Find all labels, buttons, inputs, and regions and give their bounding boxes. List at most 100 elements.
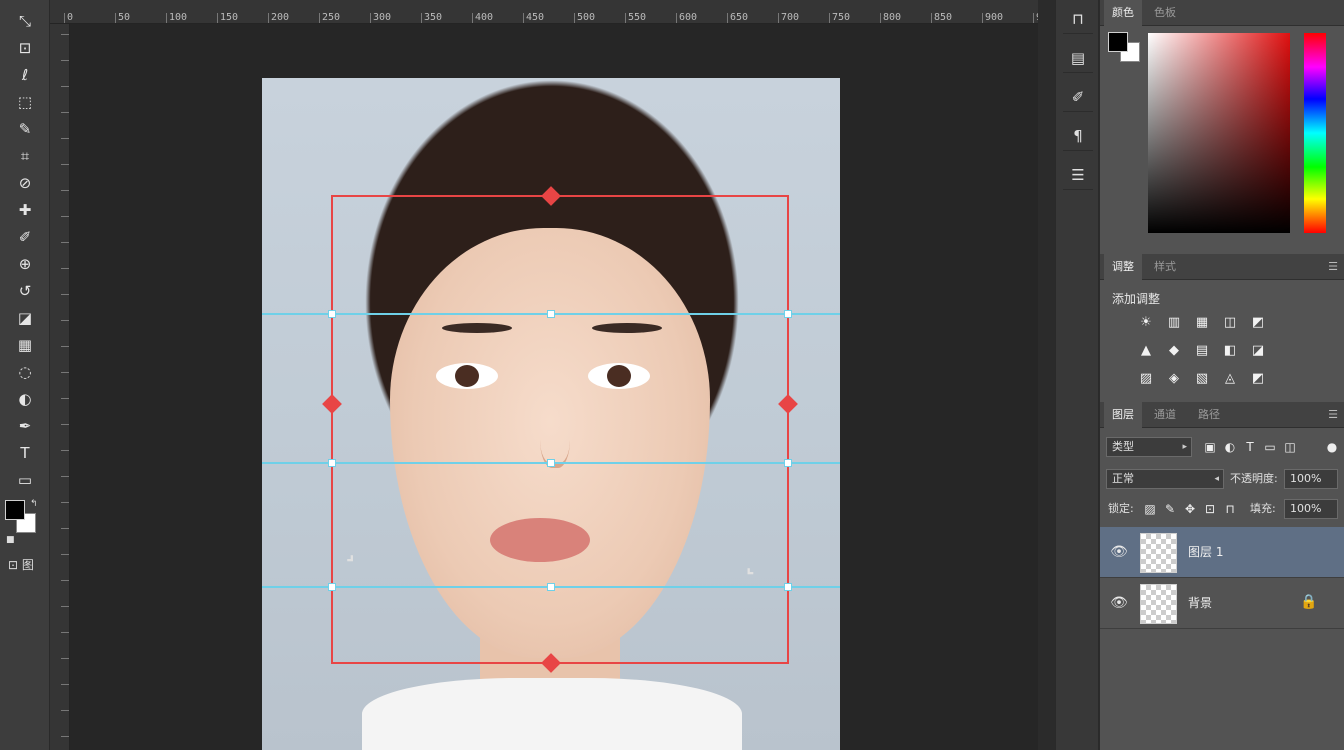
artboard-tool-icon[interactable]: ⊡ <box>12 37 38 59</box>
adjustment-icon[interactable]: ◧ <box>1220 340 1240 360</box>
horizontal-ruler[interactable]: 0 50 100 150 200 250 300 350 400 450 500 550 600 650 7… <box>50 0 1038 24</box>
fill-input[interactable]: 100% <box>1284 499 1338 519</box>
ruler-tick <box>829 13 830 23</box>
move-tool-icon[interactable]: ⤡ <box>12 10 38 32</box>
adjustment-icon[interactable]: ▤ <box>1192 340 1212 360</box>
tab-color[interactable]: 颜色 <box>1104 0 1142 26</box>
brush-tool-icon[interactable]: ✐ <box>12 226 38 248</box>
filter-shape-icon[interactable]: ▭ <box>1262 437 1278 457</box>
quick-mask-button[interactable]: ⊡ 图 <box>8 556 34 573</box>
lock-image-icon[interactable]: ✎ <box>1162 499 1178 519</box>
layer-thumbnail <box>1140 584 1177 624</box>
ruler-tick <box>61 216 69 217</box>
ruler-tick <box>370 13 371 23</box>
filter-smart-object-icon[interactable]: ◫ <box>1282 437 1298 457</box>
lock-artboard-icon[interactable]: ⊡ <box>1202 499 1218 519</box>
color-picker-field[interactable] <box>1148 33 1290 233</box>
pen-tool-icon[interactable]: ✒ <box>12 415 38 437</box>
lock-all-icon[interactable]: ⊓ <box>1222 499 1238 519</box>
opacity-input[interactable]: 100% <box>1284 469 1338 489</box>
tab-paths[interactable]: 路径 <box>1190 402 1228 428</box>
ruler-label: 150 <box>220 12 239 23</box>
ruler-label: 500 <box>577 12 596 23</box>
type-tool-icon[interactable]: T <box>12 442 38 464</box>
ruler-tick <box>676 13 677 23</box>
ruler-label: 200 <box>271 12 290 23</box>
ruler-tick <box>166 13 167 23</box>
ruler-tick <box>61 346 69 347</box>
adjustment-icon[interactable]: ▦ <box>1192 312 1212 332</box>
dodge-tool-icon[interactable]: ◐ <box>12 388 38 410</box>
adjustment-icon[interactable]: ◆ <box>1164 340 1184 360</box>
shape-tool-icon[interactable]: ▭ <box>12 469 38 491</box>
gradient-tool-icon[interactable]: ▦ <box>12 334 38 356</box>
ruler-label: 400 <box>475 12 494 23</box>
vertical-ruler[interactable] <box>50 24 70 750</box>
ruler-tick <box>61 554 69 555</box>
color-panel-foreground-swatch[interactable] <box>1108 32 1128 52</box>
panel-menu-icon[interactable]: ☰ <box>1328 408 1338 421</box>
layer-row-background[interactable]: 👁 背景 🔒 <box>1100 578 1344 629</box>
tab-adjustments[interactable]: 调整 <box>1104 254 1142 280</box>
tab-swatches[interactable]: 色板 <box>1146 0 1184 26</box>
tab-channels[interactable]: 通道 <box>1146 402 1184 428</box>
ruler-label: 850 <box>934 12 953 23</box>
adjustment-icon[interactable]: ◩ <box>1248 368 1268 388</box>
fill-label: 填充: <box>1250 502 1276 515</box>
adjustment-icon[interactable]: ◈ <box>1164 368 1184 388</box>
filter-toggle-icon[interactable]: ● <box>1324 437 1340 457</box>
blur-tool-icon[interactable]: ◌ <box>12 361 38 383</box>
layer-filter-kind-select[interactable]: 类型 ▸ <box>1106 437 1192 457</box>
eyedropper-tool-icon[interactable]: ⊘ <box>12 172 38 194</box>
history-brush-tool-icon[interactable]: ↺ <box>12 280 38 302</box>
healing-brush-tool-icon[interactable]: ✚ <box>12 199 38 221</box>
eye-icon[interactable]: 👁 <box>1110 543 1128 561</box>
ruler-tick <box>727 13 728 23</box>
ruler-tick <box>61 710 69 711</box>
tab-styles[interactable]: 样式 <box>1146 254 1184 280</box>
adjustment-icon[interactable]: ◩ <box>1248 312 1268 332</box>
adjustment-icon[interactable]: ▧ <box>1192 368 1212 388</box>
crop-tool-icon[interactable]: ⌗ <box>12 145 38 167</box>
ruler-label: 350 <box>424 12 443 23</box>
layer-filter-kind-value: 类型 <box>1112 440 1134 453</box>
layer-row-layer1[interactable]: 👁 图层 1 <box>1100 527 1344 578</box>
adjustment-icon[interactable]: ☀ <box>1136 312 1156 332</box>
properties-panel-icon[interactable]: ▤ <box>1063 43 1093 73</box>
clone-stamp-tool-icon[interactable]: ⊕ <box>12 253 38 275</box>
adjustment-icon[interactable]: ▨ <box>1136 368 1156 388</box>
hue-slider[interactable] <box>1304 33 1326 233</box>
adjustment-icon[interactable]: ▲ <box>1136 340 1156 360</box>
adjustments-row-3: ▨ ◈ ▧ ◬ ◩ <box>1136 368 1268 388</box>
character-panel-icon[interactable]: ¶ <box>1063 121 1093 151</box>
ruler-tick <box>523 13 524 23</box>
blend-mode-select[interactable]: 正常 ◂ <box>1106 469 1224 489</box>
history-panel-icon[interactable]: ⊓ <box>1063 4 1093 34</box>
adjustment-icon[interactable]: ◪ <box>1248 340 1268 360</box>
adjustments-row-2: ▲ ◆ ▤ ◧ ◪ <box>1136 340 1268 360</box>
default-colors-icon[interactable]: ■ <box>6 535 15 545</box>
tab-layers[interactable]: 图层 <box>1104 402 1142 428</box>
panel-menu-icon[interactable]: ☰ <box>1328 260 1338 273</box>
eye-icon[interactable]: 👁 <box>1110 594 1128 612</box>
quick-select-tool-icon[interactable]: ✎ <box>12 118 38 140</box>
lasso-tool-icon[interactable]: ℓ <box>12 64 38 86</box>
adjustment-icon[interactable]: ▥ <box>1164 312 1184 332</box>
foreground-color-swatch[interactable] <box>5 500 25 520</box>
brush-panel-icon[interactable]: ✐ <box>1063 82 1093 112</box>
eraser-tool-icon[interactable]: ◪ <box>12 307 38 329</box>
paragraph-panel-icon[interactable]: ☰ <box>1063 160 1093 190</box>
marquee-tool-icon[interactable]: ⬚ <box>12 91 38 113</box>
adjustment-icon[interactable]: ◬ <box>1220 368 1240 388</box>
lock-position-icon[interactable]: ✥ <box>1182 499 1198 519</box>
adjustment-icon[interactable]: ◫ <box>1220 312 1240 332</box>
ruler-tick <box>61 580 69 581</box>
filter-pixel-icon[interactable]: ▣ <box>1202 437 1218 457</box>
tools-panel: ↰ ■ ⊡ 图 ⤡ ⊡ ℓ ⬚ ✎ ⌗ ⊘ ✚ ✐ ⊕ ↺ ◪ ▦ ◌ ◐ ✒ T ▭ <box>0 0 50 750</box>
swap-colors-icon[interactable]: ↰ <box>30 499 38 509</box>
filter-type-icon[interactable]: T <box>1242 437 1258 457</box>
filter-adjustment-icon[interactable]: ◐ <box>1222 437 1238 457</box>
ruler-label: 750 <box>832 12 851 23</box>
lock-transparent-icon[interactable]: ▨ <box>1142 499 1158 519</box>
ruler-label: 650 <box>730 12 749 23</box>
